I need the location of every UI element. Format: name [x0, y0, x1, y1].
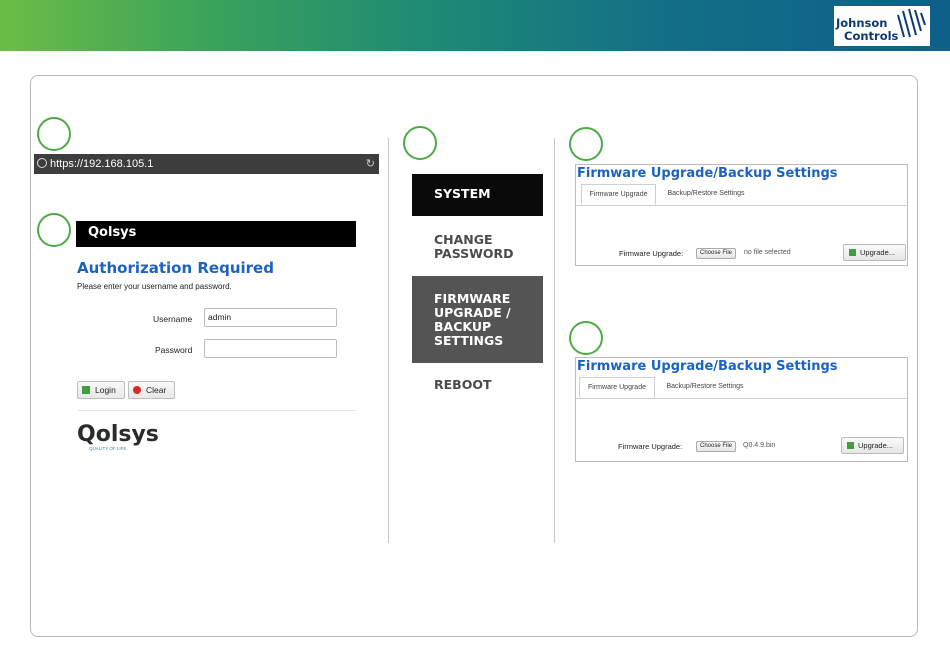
step-circle-1 [37, 117, 71, 151]
tab-backup-restore-2[interactable]: Backup/Restore Settings [657, 377, 753, 398]
upgrade-button[interactable]: Upgrade... [843, 244, 906, 261]
choose-file-button-2[interactable]: Choose File [696, 441, 737, 452]
upgrade-button-label-2: Upgrade... [858, 441, 894, 450]
firmware-panel-selected: Firmware Upgrade/Backup Settings Firmwar… [575, 357, 908, 462]
file-status-text: no file selected [744, 249, 791, 256]
column-divider-2 [554, 138, 555, 543]
menu-item-change-password[interactable]: CHANGE PASSWORD [412, 232, 543, 268]
clear-button-label: Clear [146, 385, 167, 395]
qolsys-logo-small: Qolsys [88, 225, 137, 240]
qolsys-logo-text: Qolsys [77, 422, 159, 447]
login-button-label: Login [95, 385, 116, 395]
url-text[interactable]: https://192.168.105.1 [50, 158, 153, 170]
clear-icon [133, 386, 141, 394]
johnson-controls-logo: Johnson Controls [834, 6, 930, 46]
header-banner: Johnson Controls [0, 0, 950, 51]
step-circle-2 [37, 213, 71, 247]
menu-firmware-line-4: SETTINGS [434, 333, 504, 348]
step-circle-5 [569, 321, 603, 355]
login-icon [82, 386, 90, 394]
globe-icon [37, 158, 47, 168]
firmware-panel-title: Firmware Upgrade/Backup Settings [577, 166, 838, 181]
password-label: Password [155, 345, 193, 355]
menu-firmware-line-1: FIRMWARE [434, 291, 511, 306]
brand-line-2: Controls [844, 29, 899, 43]
firmware-upgrade-label: Firmware Upgrade: [619, 249, 684, 258]
browser-address-bar[interactable]: https://192.168.105.1 ↻ [34, 154, 379, 174]
column-divider-1 [388, 138, 389, 543]
username-field[interactable]: admin [204, 308, 337, 327]
jc-swirl-icon [897, 8, 926, 38]
firmware-panel-title-2: Firmware Upgrade/Backup Settings [577, 359, 838, 374]
upgrade-icon [849, 249, 856, 256]
file-name-text: Q0.4.9.bin [743, 442, 776, 449]
firmware-panel-empty: Firmware Upgrade/Backup Settings Firmwar… [575, 164, 908, 266]
upgrade-icon-2 [847, 442, 854, 449]
tab-backup-restore[interactable]: Backup/Restore Settings [658, 184, 754, 205]
login-button[interactable]: Login [77, 381, 125, 399]
menu-firmware-line-3: BACKUP [434, 319, 492, 334]
password-field[interactable] [204, 339, 337, 358]
menu-change-line-2: PASSWORD [434, 246, 514, 261]
firmware-upgrade-label-2: Firmware Upgrade: [618, 442, 683, 451]
choose-file-button[interactable]: Choose File [696, 248, 737, 259]
reload-icon[interactable]: ↻ [366, 157, 375, 170]
firmware-tab-bar: Firmware Upgrade Backup/Restore Settings [576, 184, 907, 206]
firmware-tab-bar-2: Firmware Upgrade Backup/Restore Settings [576, 377, 907, 399]
username-label: Username [153, 314, 193, 324]
menu-item-reboot[interactable]: REBOOT [412, 378, 543, 398]
login-divider [78, 410, 356, 411]
menu-item-system[interactable]: SYSTEM [412, 174, 543, 216]
upgrade-button-2[interactable]: Upgrade... [841, 437, 904, 454]
menu-firmware-line-2: UPGRADE / [434, 305, 511, 320]
tab-firmware-upgrade-2[interactable]: Firmware Upgrade [579, 377, 655, 398]
page-title: Authorization Required [77, 259, 274, 277]
step-circle-3 [403, 126, 437, 160]
step-circle-4 [569, 127, 603, 161]
menu-change-line-1: CHANGE [434, 232, 493, 247]
clear-button[interactable]: Clear [128, 381, 175, 399]
upgrade-button-label: Upgrade... [860, 248, 896, 257]
tab-firmware-upgrade[interactable]: Firmware Upgrade [581, 184, 656, 205]
page-subtitle: Please enter your username and password. [77, 282, 232, 291]
menu-item-firmware-upgrade[interactable]: FIRMWARE UPGRADE / BACKUP SETTINGS [412, 276, 543, 363]
menu-item-system-label: SYSTEM [434, 186, 491, 201]
qolsys-tagline: QUALITY OF LIFE [89, 446, 127, 451]
login-header-banner: Qolsys [76, 221, 356, 247]
menu-item-reboot-label: REBOOT [434, 377, 492, 392]
